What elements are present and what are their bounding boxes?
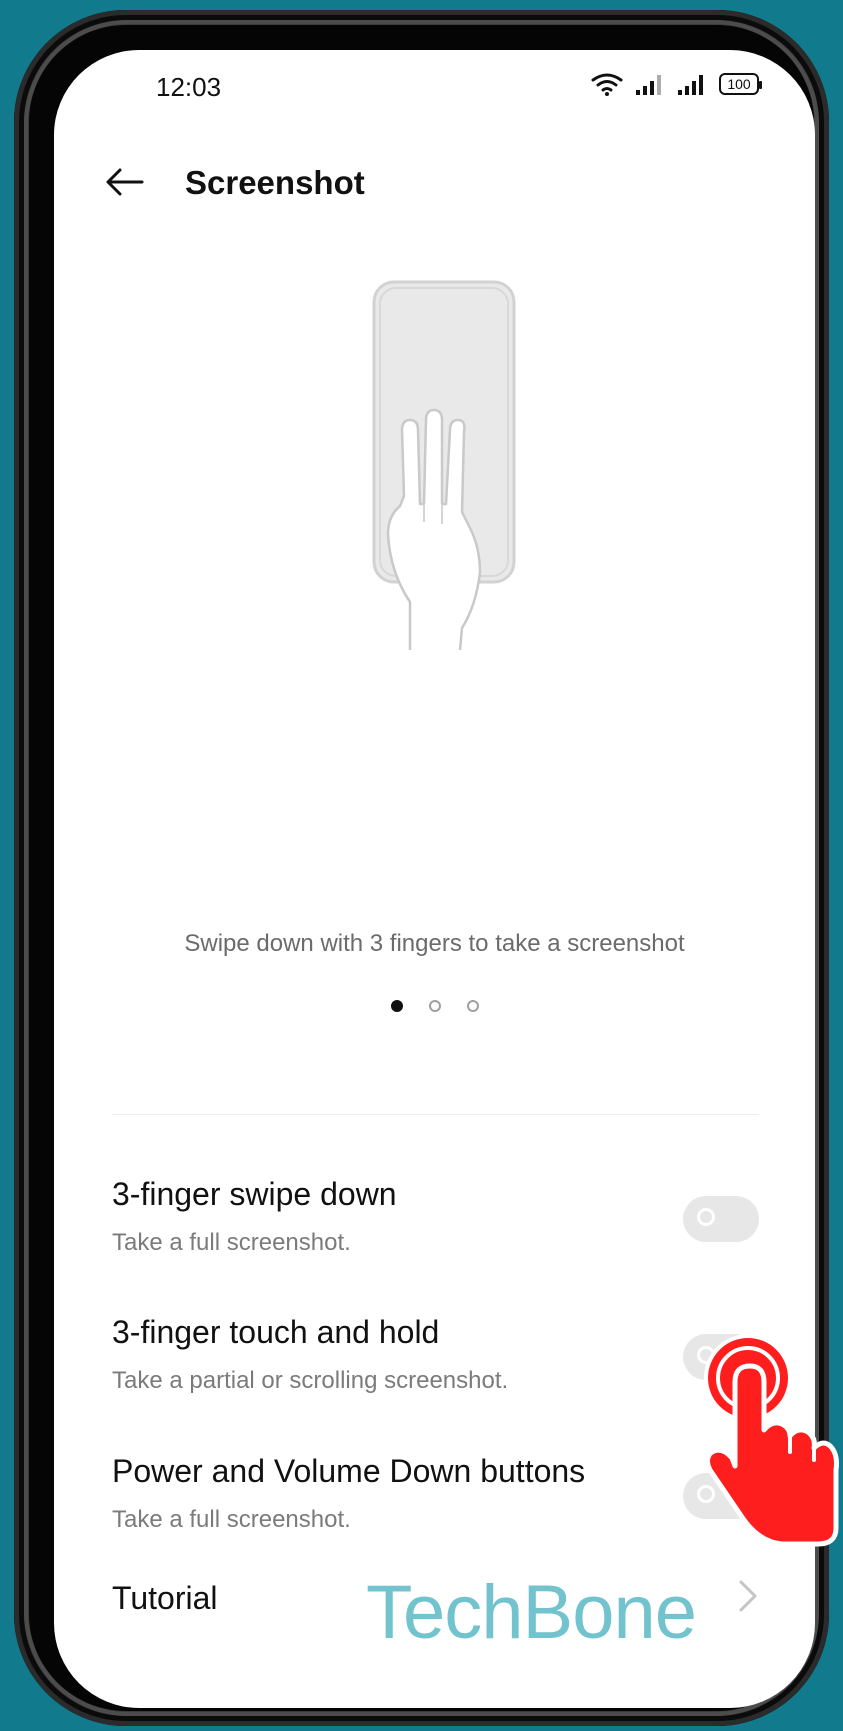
arrow-left-icon: [106, 168, 144, 196]
page-dot-1[interactable]: [390, 1000, 403, 1012]
setting-three-finger-swipe: 3-finger swipe down Take a full screensh…: [112, 1176, 759, 1257]
battery-icon: 100: [719, 73, 762, 95]
back-button[interactable]: [96, 154, 152, 210]
chevron-right-icon: [737, 1578, 759, 1619]
page-indicator: [54, 1000, 815, 1012]
setting-three-finger-hold: 3-finger touch and hold Take a partial o…: [112, 1314, 759, 1395]
gesture-illustration: [314, 272, 570, 652]
three-finger-swipe-toggle[interactable]: [683, 1196, 759, 1242]
setting-title: 3-finger swipe down: [112, 1176, 397, 1212]
page-dot-2[interactable]: [428, 1000, 441, 1012]
status-time: 12:03: [156, 72, 222, 102]
setting-power-volume: Power and Volume Down buttons Take a ful…: [112, 1453, 759, 1534]
status-icons: 100: [591, 72, 762, 96]
setting-subtitle: Take a full screenshot.: [112, 1506, 351, 1533]
signal-bars-icon: [635, 72, 665, 96]
status-bar: 12:03 100: [54, 50, 815, 106]
setting-subtitle: Take a full screenshot.: [112, 1229, 351, 1256]
setting-title: 3-finger touch and hold: [112, 1314, 440, 1350]
divider: [112, 1114, 759, 1115]
setting-subtitle: Take a partial or scrolling screenshot.: [112, 1367, 509, 1394]
page-dot-3[interactable]: [466, 1000, 479, 1012]
header: Screenshot: [54, 142, 815, 216]
wifi-icon: [591, 72, 623, 96]
setting-title: Power and Volume Down buttons: [112, 1453, 586, 1489]
signal-bars-icon: [677, 72, 707, 96]
tap-hand-icon: [690, 1330, 840, 1552]
illustration-caption: Swipe down with 3 fingers to take a scre…: [184, 930, 685, 957]
page-title: Screenshot: [185, 164, 365, 201]
watermark: TechBone: [366, 1570, 697, 1655]
